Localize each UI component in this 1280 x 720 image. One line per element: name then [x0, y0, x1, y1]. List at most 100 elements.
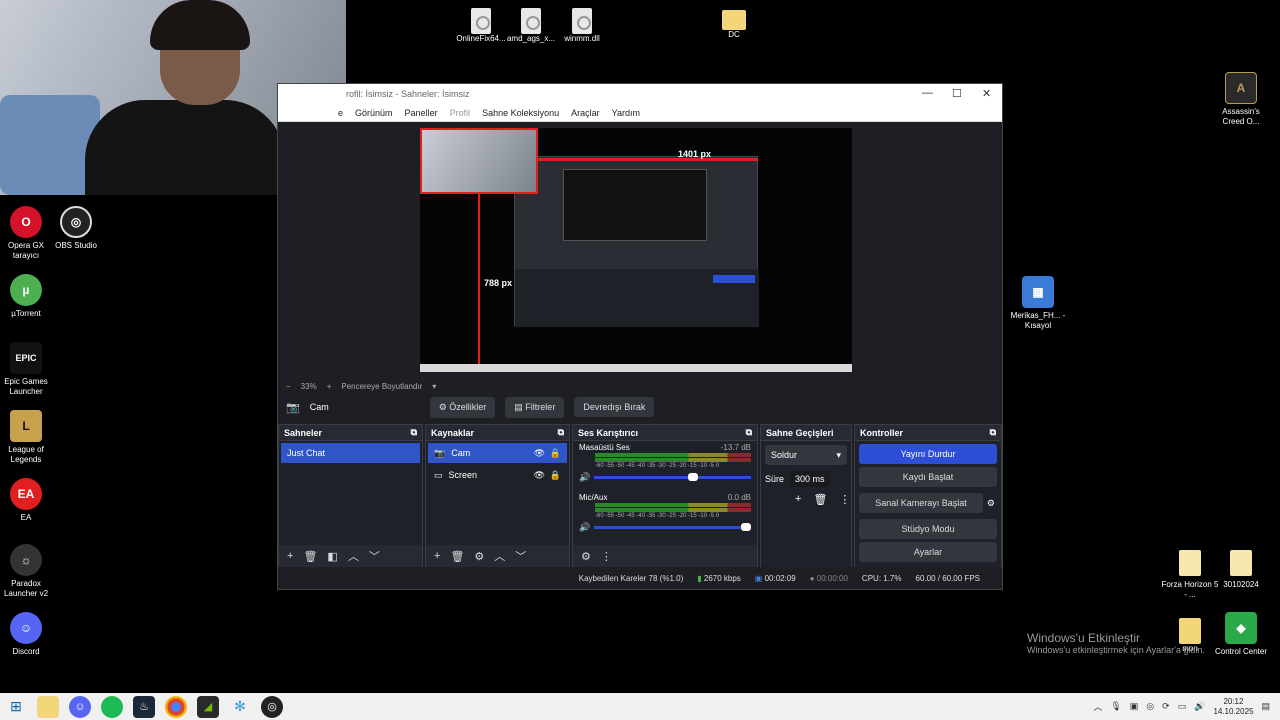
stop-streaming-button[interactable]: Yayını Durdur	[859, 444, 997, 464]
settings-button[interactable]: Ayarlar	[859, 542, 997, 562]
trash-icon[interactable]: 🗑	[813, 493, 827, 506]
undock-icon[interactable]: ⧉	[558, 427, 564, 438]
undock-icon[interactable]: ⧉	[990, 427, 996, 438]
duration-input[interactable]: 300 ms	[790, 471, 830, 487]
scenes-list: Just Chat	[279, 441, 422, 545]
zoom-out-button[interactable]: −	[286, 382, 291, 391]
windows-start-icon[interactable]: ⊞	[5, 696, 27, 718]
volume-slider[interactable]	[594, 473, 751, 481]
obs-tray-icon[interactable]: ◎	[1146, 701, 1154, 712]
cam-source-selected[interactable]	[420, 128, 538, 194]
file-explorer-icon[interactable]	[37, 695, 59, 718]
desktop-icon-utorrent[interactable]: µ µTorrent	[0, 274, 56, 319]
eye-icon[interactable]: 👁	[534, 470, 545, 481]
properties-button[interactable]: ⚙ Özellikler	[429, 396, 496, 418]
filters-button[interactable]: ▤ Filtreler	[505, 396, 565, 418]
source-item-screen[interactable]: ▭ Screen 👁 🔒	[428, 465, 567, 485]
chevron-up-icon[interactable]: ︿	[348, 548, 359, 564]
desktop-icon-paradox[interactable]: ☼ Paradox Launcher v2	[0, 544, 56, 599]
nvidia-icon[interactable]: ◢	[197, 695, 219, 718]
zoom-in-button[interactable]: +	[327, 382, 332, 391]
trash-icon[interactable]: 🗑	[450, 550, 464, 563]
trash-icon[interactable]: 🗑	[303, 550, 317, 563]
chevron-up-icon[interactable]: ︿	[1093, 700, 1102, 713]
chevron-down-icon[interactable]: ﹀	[515, 548, 526, 564]
obs-window[interactable]: rofil: İsimsiz - Sahneler: İsimsiz — ☐ ✕…	[277, 83, 1003, 590]
discord-taskbar-icon[interactable]: ☺	[69, 695, 91, 718]
chevron-down-icon[interactable]: ﹀	[369, 548, 380, 564]
maximize-icon[interactable]: ☐	[952, 87, 962, 100]
deactivate-button[interactable]: Devredışı Bırak	[574, 397, 655, 417]
desktop-folder-30102024[interactable]: 30102024	[1211, 544, 1271, 590]
slider-handle[interactable]	[688, 473, 699, 481]
chrome-icon[interactable]	[165, 695, 187, 718]
filter-icon[interactable]: ◧	[327, 550, 337, 563]
slider-handle[interactable]	[741, 523, 751, 531]
eye-icon[interactable]: 👁	[534, 448, 545, 459]
menu-view[interactable]: Görünüm	[355, 108, 393, 118]
desktop-icon-control-center[interactable]: ◆ Control Center	[1211, 612, 1271, 657]
volume-icon[interactable]: 🔊	[1194, 701, 1205, 712]
nested-obs-capture	[514, 156, 759, 327]
add-icon[interactable]: +	[287, 550, 293, 562]
desktop-folder-dc[interactable]: DC	[704, 4, 764, 40]
desktop-icon-lol[interactable]: L League of Legends	[0, 410, 56, 465]
scene-item[interactable]: Just Chat	[281, 443, 420, 463]
menu-docks[interactable]: Paneller	[405, 108, 438, 118]
desktop-icon-ea[interactable]: EA EA	[0, 478, 56, 523]
start-virtual-camera-button[interactable]: Sanal Kamerayı Başlat	[859, 493, 983, 513]
minimize-icon[interactable]: —	[922, 87, 933, 99]
undock-icon[interactable]: ⧉	[746, 427, 752, 438]
desktop-icon-epic[interactable]: EPIC Epic Games Launcher	[0, 342, 56, 397]
desktop-file-winmm[interactable]: winmm.dll	[552, 8, 612, 44]
desktop-icon-obs[interactable]: ◎ OBS Studio	[46, 206, 106, 251]
desktop-icon-discord[interactable]: ☺ Discord	[0, 612, 56, 657]
menu-dots-icon[interactable]: ⋮	[601, 550, 612, 563]
mixer-settings-icon[interactable]: ⚙	[581, 550, 591, 563]
studio-mode-button[interactable]: Stüdyo Modu	[859, 519, 997, 539]
capture-icon[interactable]: ▣	[1130, 701, 1139, 712]
gear-icon[interactable]: ⚙	[987, 498, 1001, 509]
menu-tools[interactable]: Araçlar	[571, 108, 600, 118]
desktop-icon-assassins-creed[interactable]: A Assassin's Creed O...	[1211, 72, 1271, 127]
menu-help[interactable]: Yardım	[612, 108, 640, 118]
menu-profile[interactable]: Profil	[450, 108, 471, 118]
menu-file[interactable]: e	[338, 108, 343, 118]
transition-select[interactable]: Soldur ▾	[765, 445, 847, 465]
lock-icon[interactable]: 🔒	[550, 448, 561, 459]
notification-icon[interactable]: ▤	[1261, 701, 1270, 712]
zoom-fit-select[interactable]: Pencereye Boyutlandır	[341, 382, 422, 391]
volume-slider[interactable]	[594, 523, 751, 531]
volume-meter	[595, 453, 751, 462]
desktop-icon-merikas[interactable]: ▦ Merikas_FH... - Kısayol	[1008, 276, 1068, 331]
program-preview[interactable]: 1401 px 788 px	[420, 128, 852, 372]
gear-icon[interactable]: ⚙	[474, 550, 484, 563]
menu-scene-collection[interactable]: Sahne Koleksiyonu	[482, 108, 559, 118]
control-center-icon: ◆	[1225, 612, 1257, 644]
speaker-icon[interactable]: 🔊	[579, 472, 590, 483]
obs-titlebar[interactable]: rofil: İsimsiz - Sahneler: İsimsiz — ☐ ✕	[278, 84, 1002, 104]
chevron-down-icon[interactable]: ▾	[432, 382, 436, 391]
spotify-icon[interactable]	[101, 695, 123, 718]
start-recording-button[interactable]: Kaydı Başlat	[859, 467, 997, 487]
add-icon[interactable]: +	[795, 493, 801, 506]
chevron-up-icon[interactable]: ︿	[494, 548, 505, 564]
undock-icon[interactable]: ⧉	[411, 427, 417, 438]
lock-icon[interactable]: 🔒	[550, 470, 561, 481]
channel-db: -13.7 dB	[720, 443, 751, 452]
source-item-cam[interactable]: 📷 Cam 👁 🔒	[428, 443, 567, 463]
network-icon[interactable]: ▭	[1178, 701, 1187, 712]
desktop-icon-label: OBS Studio	[55, 241, 97, 250]
update-icon[interactable]: ⟳	[1162, 701, 1170, 712]
clock[interactable]: 20:12 14.10.2025	[1213, 697, 1253, 717]
microphone-icon[interactable]: 🎙	[1110, 701, 1121, 712]
add-icon[interactable]: +	[434, 550, 440, 562]
speaker-icon[interactable]: 🔊	[579, 522, 590, 533]
steam-icon[interactable]: ♨	[133, 695, 155, 718]
gear-app-icon[interactable]: ✻	[229, 696, 251, 718]
desktop-icon-label: Assassin's Creed O...	[1222, 107, 1260, 126]
obs-taskbar-icon[interactable]: ◎	[261, 695, 283, 718]
close-icon[interactable]: ✕	[982, 87, 991, 100]
menu-dots-icon[interactable]: ⋮	[839, 493, 850, 506]
mixer-title: Ses Karıştırıcı	[578, 427, 639, 438]
